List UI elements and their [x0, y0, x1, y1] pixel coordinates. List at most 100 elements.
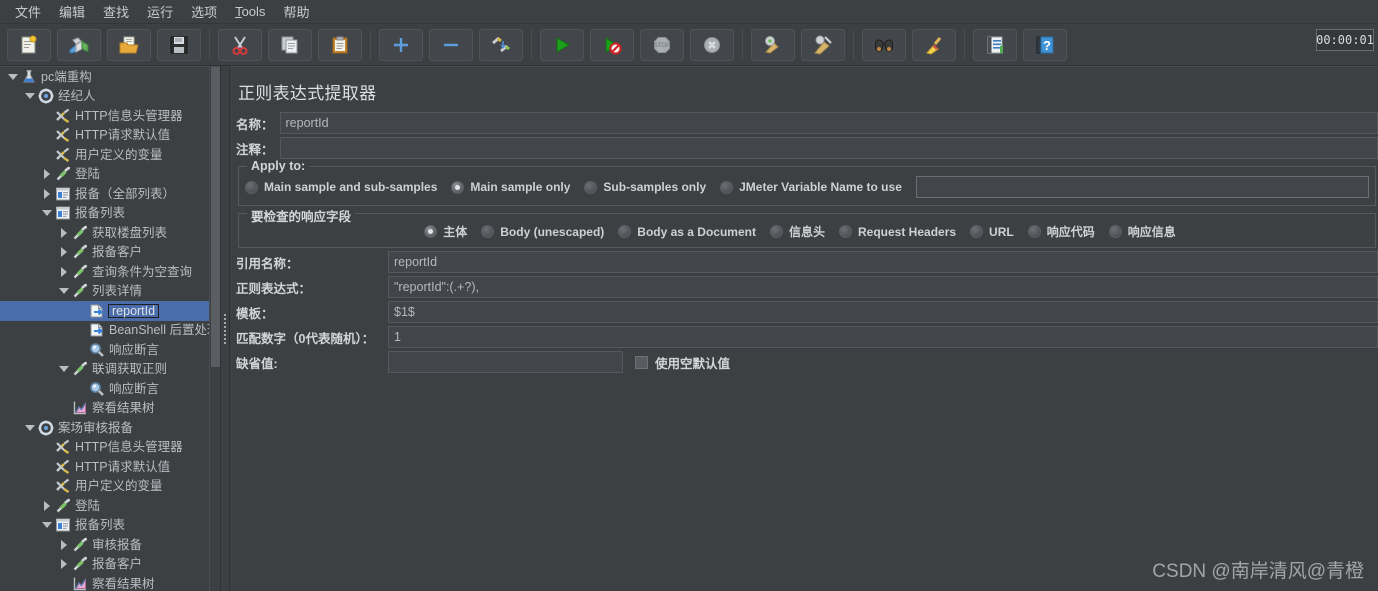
regular-expression-input[interactable] [388, 276, 1378, 298]
chevron-down-icon[interactable] [57, 284, 71, 298]
tree-vertical-scrollbar[interactable] [209, 67, 220, 591]
radio-request-headers[interactable]: Request Headers [839, 225, 956, 239]
panel-splitter[interactable] [220, 66, 230, 591]
open-button[interactable] [107, 28, 151, 61]
tree-scrollbar-thumb[interactable] [211, 67, 220, 367]
default-value-input[interactable] [388, 351, 623, 373]
tree-node-selected[interactable]: reportId [0, 301, 209, 321]
menu-search[interactable]: 查找 [94, 0, 138, 23]
tree-node[interactable]: 审核报备 [0, 535, 209, 555]
radio-dot[interactable] [839, 225, 852, 238]
menu-options[interactable]: 选项 [182, 0, 226, 23]
help-button[interactable]: ? [1023, 28, 1067, 61]
chevron-down-icon[interactable] [40, 206, 54, 220]
copy-button[interactable] [268, 28, 312, 61]
function-helper-button[interactable] [973, 28, 1017, 61]
expand-all-button[interactable] [379, 28, 423, 61]
tree-node[interactable]: 用户定义的变量 [0, 477, 209, 497]
tree-node[interactable]: 报备客户 [0, 555, 209, 575]
tree-node[interactable]: HTTP信息头管理器 [0, 438, 209, 458]
menu-file[interactable]: 文件 [6, 0, 50, 23]
tree-node[interactable]: 查询条件为空查询 [0, 262, 209, 282]
chevron-right-icon[interactable] [40, 499, 54, 513]
save-button[interactable] [157, 28, 201, 61]
radio-dot[interactable] [1027, 225, 1041, 238]
tree-node[interactable]: 用户定义的变量 [0, 145, 209, 165]
reset-search-button[interactable] [912, 28, 956, 61]
name-input[interactable] [279, 112, 1378, 134]
chevron-right-icon[interactable] [57, 265, 71, 279]
radio-response-headers[interactable]: 信息头 [769, 223, 825, 240]
radio-dot[interactable] [481, 225, 495, 238]
toggle-elements-button[interactable] [479, 28, 523, 61]
radio-dot[interactable] [451, 180, 465, 194]
use-empty-default-checkbox[interactable]: 使用空默认值 [635, 353, 730, 372]
chevron-down-icon[interactable] [23, 89, 37, 103]
radio-response-message[interactable]: 响应信息 [1108, 223, 1176, 240]
menu-run[interactable]: 运行 [138, 0, 182, 23]
tree-node[interactable]: 经纪人 [0, 87, 209, 107]
chevron-right-icon[interactable] [57, 245, 71, 259]
menu-help[interactable]: 帮助 [274, 0, 318, 23]
chevron-right-icon[interactable] [57, 538, 71, 552]
comment-input[interactable] [279, 137, 1378, 159]
radio-dot[interactable] [769, 225, 783, 238]
chevron-down-icon[interactable] [40, 518, 54, 532]
radio-dot[interactable] [720, 180, 734, 194]
chevron-down-icon[interactable] [57, 362, 71, 376]
radio-dot[interactable] [1108, 225, 1122, 238]
new-button[interactable] [7, 28, 51, 61]
start-button[interactable] [540, 28, 584, 61]
tree-node[interactable]: 察看结果树 [0, 399, 209, 419]
radio-body-unescaped[interactable]: Body (unescaped) [481, 225, 604, 239]
radio-body-as-document[interactable]: Body as a Document [618, 225, 756, 239]
radio-body[interactable]: 主体 [424, 223, 467, 240]
tree-node[interactable]: HTTP请求默认值 [0, 126, 209, 146]
radio-jmeter-variable[interactable]: JMeter Variable Name to use [720, 180, 902, 194]
tree-node[interactable]: 响应断言 [0, 379, 209, 399]
tree-node[interactable]: 登陆 [0, 165, 209, 185]
match-number-input[interactable] [388, 326, 1378, 348]
templates-button[interactable] [57, 28, 101, 61]
radio-sub-only[interactable]: Sub-samples only [584, 180, 706, 194]
start-no-pauses-button[interactable] [590, 28, 634, 61]
template-input[interactable] [388, 301, 1378, 323]
tree-node[interactable]: 察看结果树 [0, 574, 209, 591]
stop-button[interactable]: STOP [640, 28, 684, 61]
tree-node[interactable]: 报备（全部列表） [0, 184, 209, 204]
menu-edit[interactable]: 编辑 [50, 0, 94, 23]
clear-button[interactable] [751, 28, 795, 61]
tree-node[interactable]: 列表详情 [0, 282, 209, 302]
tree-node[interactable]: 报备列表 [0, 516, 209, 536]
tree-node[interactable]: 报备列表 [0, 204, 209, 224]
search-button[interactable] [862, 28, 906, 61]
menu-tools[interactable]: Tools [226, 2, 274, 21]
jmeter-variable-input[interactable] [915, 176, 1369, 198]
radio-main-and-sub[interactable]: Main sample and sub-samples [245, 180, 437, 194]
chevron-right-icon[interactable] [57, 226, 71, 240]
cut-button[interactable] [218, 28, 262, 61]
chevron-right-icon[interactable] [40, 167, 54, 181]
shutdown-button[interactable] [690, 28, 734, 61]
tree-node[interactable]: 获取楼盘列表 [0, 223, 209, 243]
radio-dot[interactable] [970, 225, 984, 238]
radio-main-only[interactable]: Main sample only [451, 180, 570, 194]
radio-dot[interactable] [584, 180, 598, 194]
chevron-right-icon[interactable] [57, 557, 71, 571]
tree-node[interactable]: 报备客户 [0, 243, 209, 263]
tree-node[interactable]: pc端重构 [0, 67, 209, 87]
tree-node[interactable]: 联调获取正则 [0, 360, 209, 380]
checkbox-box[interactable] [635, 355, 648, 369]
paste-button[interactable] [318, 28, 362, 61]
radio-response-code[interactable]: 响应代码 [1027, 223, 1095, 240]
clear-all-button[interactable] [801, 28, 845, 61]
radio-dot[interactable] [245, 180, 258, 194]
chevron-down-icon[interactable] [6, 70, 20, 84]
tree-node[interactable]: BeanShell 后置处理程序 [0, 321, 209, 341]
tree-node[interactable]: HTTP信息头管理器 [0, 106, 209, 126]
tree-node[interactable]: HTTP请求默认值 [0, 457, 209, 477]
tree-node[interactable]: 响应断言 [0, 340, 209, 360]
radio-url[interactable]: URL [970, 225, 1014, 239]
collapse-all-button[interactable] [429, 28, 473, 61]
tree-node[interactable]: 登陆 [0, 496, 209, 516]
